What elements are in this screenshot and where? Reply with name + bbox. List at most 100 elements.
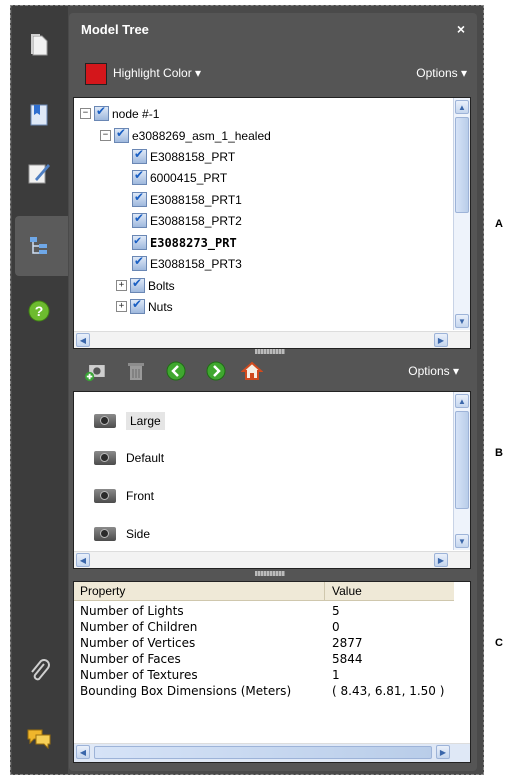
highlight-color-label: Highlight Color	[113, 66, 192, 80]
tree-node[interactable]: 6000415_PRT	[132, 168, 228, 185]
highlight-color-menu[interactable]: Highlight Color ▾	[113, 66, 201, 80]
pane-resize-grip[interactable]	[255, 349, 285, 354]
signatures-icon[interactable]	[22, 156, 56, 190]
scroll-thumb[interactable]	[455, 117, 469, 213]
views-list[interactable]: Large Default Front Side ▲ ▼ ◀ ▶	[73, 391, 471, 569]
panel-title: Model Tree	[81, 22, 149, 37]
scroll-right-arrow[interactable]: ▶	[434, 333, 448, 347]
highlight-color-swatch[interactable]	[85, 63, 107, 85]
previous-view-icon[interactable]	[165, 360, 187, 382]
visibility-checkbox[interactable]	[132, 233, 147, 250]
tree-node[interactable]: E3088158_PRT	[132, 147, 236, 164]
attachments-icon[interactable]	[22, 654, 56, 688]
tree-node[interactable]: E3088158_PRT2	[132, 211, 242, 228]
view-label: Side	[126, 527, 151, 541]
views-horizontal-scrollbar[interactable]: ◀ ▶	[74, 551, 470, 568]
scroll-up-arrow[interactable]: ▲	[455, 394, 469, 408]
scroll-up-arrow[interactable]: ▲	[455, 100, 469, 114]
scroll-thumb[interactable]	[94, 746, 432, 759]
tree-node[interactable]: − e3088269_asm_1_healed	[100, 126, 271, 143]
camera-icon	[94, 527, 116, 541]
list-item[interactable]: Default	[94, 451, 164, 465]
navigation-toolbar: ?	[12, 6, 68, 774]
tree-node-label: E3088158_PRT	[150, 149, 236, 164]
tree-horizontal-scrollbar[interactable]: ◀ ▶	[74, 331, 470, 348]
svg-text:?: ?	[35, 303, 44, 319]
list-item[interactable]: Large	[94, 412, 165, 430]
callout-a: A	[495, 218, 503, 230]
tree-node-label: e3088269_asm_1_healed	[132, 128, 271, 143]
scroll-left-arrow[interactable]: ◀	[76, 333, 90, 347]
scroll-down-arrow[interactable]: ▼	[455, 534, 469, 548]
chevron-down-icon: ▾	[460, 66, 467, 80]
callout-c: C	[495, 637, 503, 649]
tree-node-label: E3088158_PRT3	[150, 256, 242, 271]
property-name: Number of Faces	[80, 652, 181, 666]
comments-icon[interactable]	[22, 721, 56, 755]
view-label: Large	[126, 412, 165, 430]
visibility-checkbox[interactable]	[130, 276, 145, 293]
property-value: 5	[332, 604, 340, 618]
properties-horizontal-scrollbar[interactable]: ◀ ▶	[74, 743, 470, 762]
tree-node[interactable]: + Nuts	[116, 297, 173, 314]
close-button[interactable]: ×	[457, 21, 465, 37]
scroll-right-arrow[interactable]: ▶	[434, 553, 448, 567]
view-label: Front	[126, 489, 155, 503]
visibility-checkbox[interactable]	[130, 297, 145, 314]
property-value: 1	[332, 668, 340, 682]
callout-b: B	[495, 447, 503, 459]
property-name: Number of Textures	[80, 668, 198, 682]
delete-view-icon[interactable]	[125, 360, 147, 382]
pages-icon[interactable]	[22, 28, 56, 62]
properties-table: Property Value Number of Lights 5 Number…	[73, 581, 471, 763]
expand-icon[interactable]: +	[116, 301, 127, 312]
tree-node-label: Nuts	[148, 299, 173, 314]
add-view-icon[interactable]	[85, 360, 107, 382]
property-name: Number of Lights	[80, 604, 184, 618]
expand-icon[interactable]: +	[116, 280, 127, 291]
pane-resize-grip[interactable]	[255, 571, 285, 576]
property-value: ( 8.43, 6.81, 1.50 )	[332, 684, 445, 698]
visibility-checkbox[interactable]	[132, 168, 147, 185]
options-label: Options	[416, 66, 458, 80]
property-value: 5844	[332, 652, 363, 666]
table-header: Property Value	[74, 582, 454, 601]
visibility-checkbox[interactable]	[132, 211, 147, 228]
tree-vertical-scrollbar[interactable]: ▲ ▼	[453, 98, 470, 330]
list-item[interactable]: Front	[94, 489, 154, 503]
visibility-checkbox[interactable]	[94, 104, 109, 121]
camera-icon	[94, 414, 116, 428]
tree-node[interactable]: − node #-1	[80, 104, 159, 121]
list-item[interactable]: Side	[94, 527, 150, 541]
visibility-checkbox[interactable]	[132, 190, 147, 207]
options-label: Options	[408, 364, 450, 378]
camera-icon	[94, 451, 116, 465]
tree-node-label: E3088158_PRT2	[150, 213, 242, 228]
tree-node[interactable]: E3088158_PRT1	[132, 190, 242, 207]
scroll-thumb[interactable]	[455, 411, 469, 509]
bookmarks-icon[interactable]	[22, 98, 56, 132]
model-tree-icon[interactable]	[22, 229, 56, 263]
views-vertical-scrollbar[interactable]: ▲ ▼	[453, 392, 470, 550]
collapse-icon[interactable]: −	[80, 108, 91, 119]
views-options-menu[interactable]: Options ▾	[408, 364, 459, 378]
visibility-checkbox[interactable]	[132, 254, 147, 271]
scroll-right-arrow[interactable]: ▶	[436, 745, 450, 759]
help-icon[interactable]: ?	[22, 294, 56, 328]
home-view-icon[interactable]	[241, 360, 263, 382]
visibility-checkbox[interactable]	[114, 126, 129, 143]
next-view-icon[interactable]	[205, 360, 227, 382]
tree-node[interactable]: E3088158_PRT3	[132, 254, 242, 271]
tree-node[interactable]: + Bolts	[116, 276, 175, 293]
structure-options-menu[interactable]: Options ▾	[416, 66, 467, 80]
scroll-left-arrow[interactable]: ◀	[76, 553, 90, 567]
tree-node-selected[interactable]: E3088273_PRT	[132, 233, 237, 250]
column-header-value[interactable]: Value	[332, 584, 362, 598]
collapse-icon[interactable]: −	[100, 130, 111, 141]
visibility-checkbox[interactable]	[132, 147, 147, 164]
structure-tree[interactable]: −node #-1 − e3088269_asm_1_healed E308815…	[73, 97, 471, 349]
tree-node-label: 6000415_PRT	[150, 170, 228, 185]
scroll-left-arrow[interactable]: ◀	[76, 745, 90, 759]
column-header-property[interactable]: Property	[80, 584, 125, 598]
scroll-down-arrow[interactable]: ▼	[455, 314, 469, 328]
